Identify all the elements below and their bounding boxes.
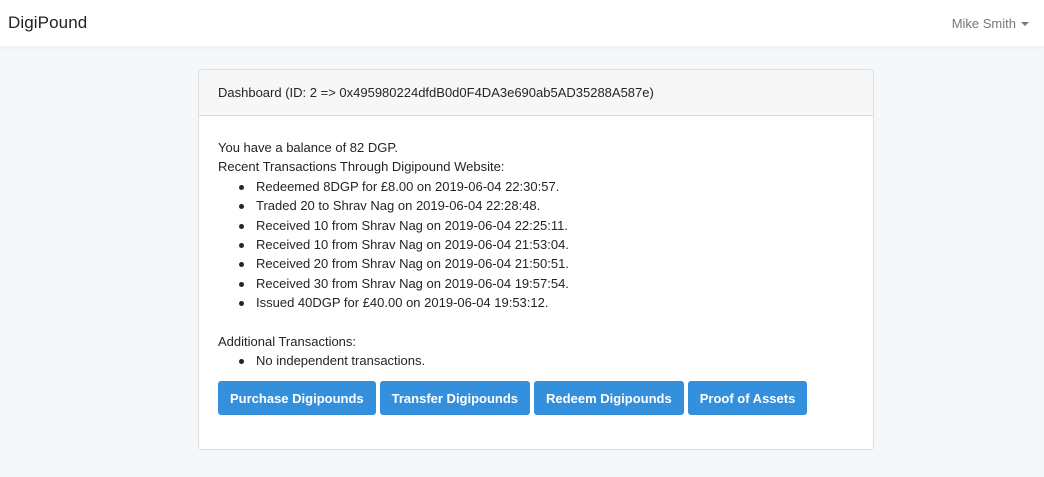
dashboard-card: Dashboard (ID: 2 => 0x495980224dfdB0d0F4… <box>198 69 874 450</box>
list-item: Redeemed 8DGP for £8.00 on 2019-06-04 22… <box>236 177 854 196</box>
proof-of-assets-button[interactable]: Proof of Assets <box>687 381 808 416</box>
action-buttons: Purchase Digipounds Transfer Digipounds … <box>218 381 854 416</box>
recent-transactions-heading: Recent Transactions Through Digipound We… <box>218 159 505 175</box>
user-name: Mike Smith <box>951 15 1016 31</box>
additional-transactions-list: No independent transactions. <box>218 351 854 370</box>
redeem-digipounds-button[interactable]: Redeem Digipounds <box>534 381 684 416</box>
dashboard-title: Dashboard (ID: 2 => 0x495980224dfdB0d0F4… <box>218 85 654 100</box>
list-item: Traded 20 to Shrav Nag on 2019-06-04 22:… <box>236 196 854 215</box>
list-item: Issued 40DGP for £40.00 on 2019-06-04 19… <box>236 293 854 312</box>
card-header: Dashboard (ID: 2 => 0x495980224dfdB0d0F4… <box>199 70 873 116</box>
list-item: Received 10 from Shrav Nag on 2019-06-04… <box>236 235 854 254</box>
list-item: Received 10 from Shrav Nag on 2019-06-04… <box>236 216 854 235</box>
list-item: Received 20 from Shrav Nag on 2019-06-04… <box>236 254 854 273</box>
list-item: Received 30 from Shrav Nag on 2019-06-04… <box>236 274 854 293</box>
recent-transactions-list: Redeemed 8DGP for £8.00 on 2019-06-04 22… <box>218 177 854 313</box>
additional-transactions-heading: Additional Transactions: <box>218 333 357 349</box>
purchase-digipounds-button[interactable]: Purchase Digipounds <box>218 381 376 416</box>
transfer-digipounds-button[interactable]: Transfer Digipounds <box>379 381 531 416</box>
navbar: DigiPound Mike Smith <box>0 0 1044 46</box>
caret-down-icon <box>1021 22 1029 26</box>
balance-text: You have a balance of 82 DGP. <box>218 140 398 155</box>
user-menu-dropdown[interactable]: Mike Smith <box>952 16 1029 31</box>
brand-link[interactable]: DigiPound <box>8 13 87 33</box>
card-body: You have a balance of 82 DGP. Recent Tra… <box>199 116 873 416</box>
list-item: No independent transactions. <box>236 351 854 370</box>
